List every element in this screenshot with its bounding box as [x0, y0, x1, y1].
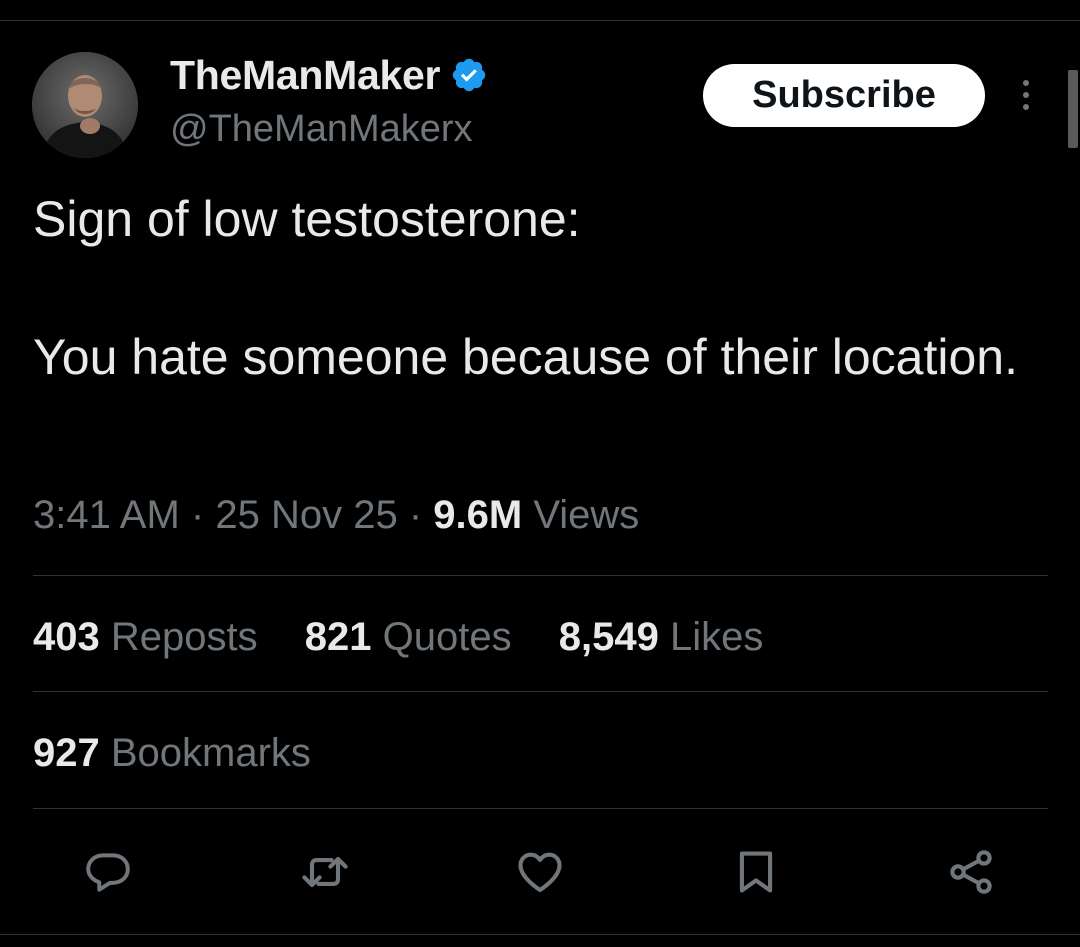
like-button[interactable]	[514, 846, 566, 898]
likes-count: 8,549	[558, 615, 659, 659]
share-icon	[950, 850, 992, 894]
author-display-name[interactable]: TheManMaker	[170, 52, 440, 99]
reposts-count: 403	[33, 615, 100, 659]
divider	[33, 808, 1048, 809]
meta-separator: ·	[190, 493, 205, 537]
quotes-count: 821	[304, 615, 372, 659]
like-icon	[518, 852, 562, 893]
subscribe-button[interactable]: Subscribe	[703, 64, 985, 127]
tweet-text: Sign of low testosterone: You hate someo…	[33, 191, 1018, 385]
reposts-label: Reposts	[110, 615, 258, 659]
author-name-row[interactable]: TheManMaker	[170, 48, 488, 102]
quotes-stat[interactable]: 821 Quotes	[305, 612, 512, 662]
repost-button[interactable]	[299, 846, 351, 898]
bookmarks-label: Bookmarks	[110, 731, 311, 775]
divider	[33, 575, 1048, 576]
tweet-date[interactable]: 25 Nov 25	[215, 493, 397, 537]
reply-icon	[86, 853, 130, 892]
scrollbar-thumb[interactable]	[1068, 70, 1078, 148]
divider	[33, 691, 1048, 692]
quotes-label: Quotes	[382, 615, 512, 659]
tweet-time[interactable]: 3:41 AM	[33, 493, 180, 537]
reposts-stat[interactable]: 403 Reposts	[33, 612, 258, 662]
top-divider	[0, 20, 1080, 21]
bottom-divider	[0, 934, 1080, 935]
meta-separator: ·	[408, 493, 423, 537]
bookmark-button[interactable]	[730, 846, 782, 898]
likes-label: Likes	[669, 615, 764, 659]
more-options-icon[interactable]	[1013, 78, 1039, 112]
author-handle[interactable]: @TheManMakerx	[170, 106, 473, 152]
share-button[interactable]	[945, 846, 997, 898]
views-label[interactable]: Views	[533, 493, 639, 537]
reply-button[interactable]	[82, 846, 134, 898]
bookmarks-stat[interactable]: 927 Bookmarks	[33, 728, 311, 778]
likes-stat[interactable]: 8,549 Likes	[559, 612, 764, 662]
tweet-meta: 3:41 AM · 25 Nov 25 · 9.6M Views	[33, 490, 639, 540]
bookmark-icon	[739, 851, 773, 893]
avatar[interactable]	[32, 52, 138, 158]
verified-badge-icon[interactable]	[450, 56, 488, 94]
views-count[interactable]: 9.6M	[433, 493, 522, 537]
bookmarks-count: 927	[33, 731, 100, 775]
engagement-stats: 403 Reposts 821 Quotes 8,549 Likes	[33, 612, 799, 662]
repost-icon	[302, 856, 348, 888]
